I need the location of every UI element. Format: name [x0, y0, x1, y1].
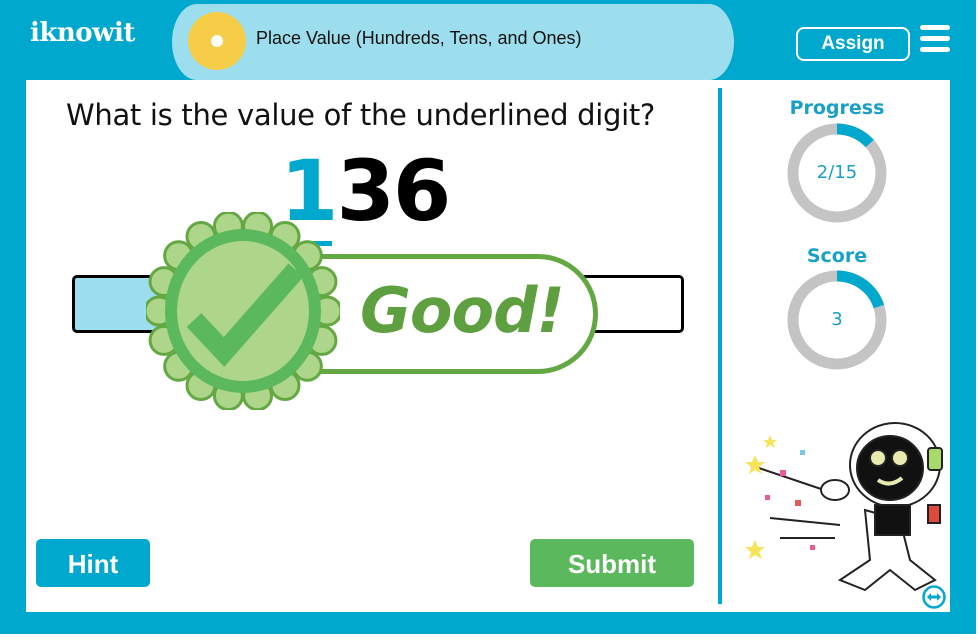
assign-button[interactable]: Assign — [796, 27, 910, 61]
swap-horizontal-icon[interactable] — [922, 585, 946, 609]
score-label: Score — [806, 245, 868, 267]
checkmark-badge-icon — [146, 212, 340, 410]
lesson-title: Place Value (Hundreds, Tens, and Ones) — [256, 28, 582, 48]
sun-dot-icon — [188, 12, 246, 70]
iknowit-logo[interactable]: iknowit — [30, 18, 135, 48]
astronaut-robot-icon — [745, 422, 943, 592]
hint-button[interactable]: Hint — [36, 539, 150, 587]
panel-divider — [718, 88, 722, 604]
submit-button[interactable]: Submit — [530, 539, 694, 587]
score-value: 3 — [831, 309, 843, 330]
logo-text: iknowit — [30, 18, 135, 48]
digit: 6 — [392, 142, 451, 240]
digit: 3 — [336, 142, 394, 240]
hamburger-menu-icon[interactable] — [920, 25, 950, 53]
feedback-message: Good! — [360, 274, 565, 347]
progress-value: 2/15 — [816, 162, 858, 183]
progress-label: Progress — [789, 97, 885, 119]
header: iknowit Place Value (Hundreds, Tens, and… — [0, 0, 976, 80]
question-prompt: What is the value of the underlined digi… — [66, 98, 656, 132]
